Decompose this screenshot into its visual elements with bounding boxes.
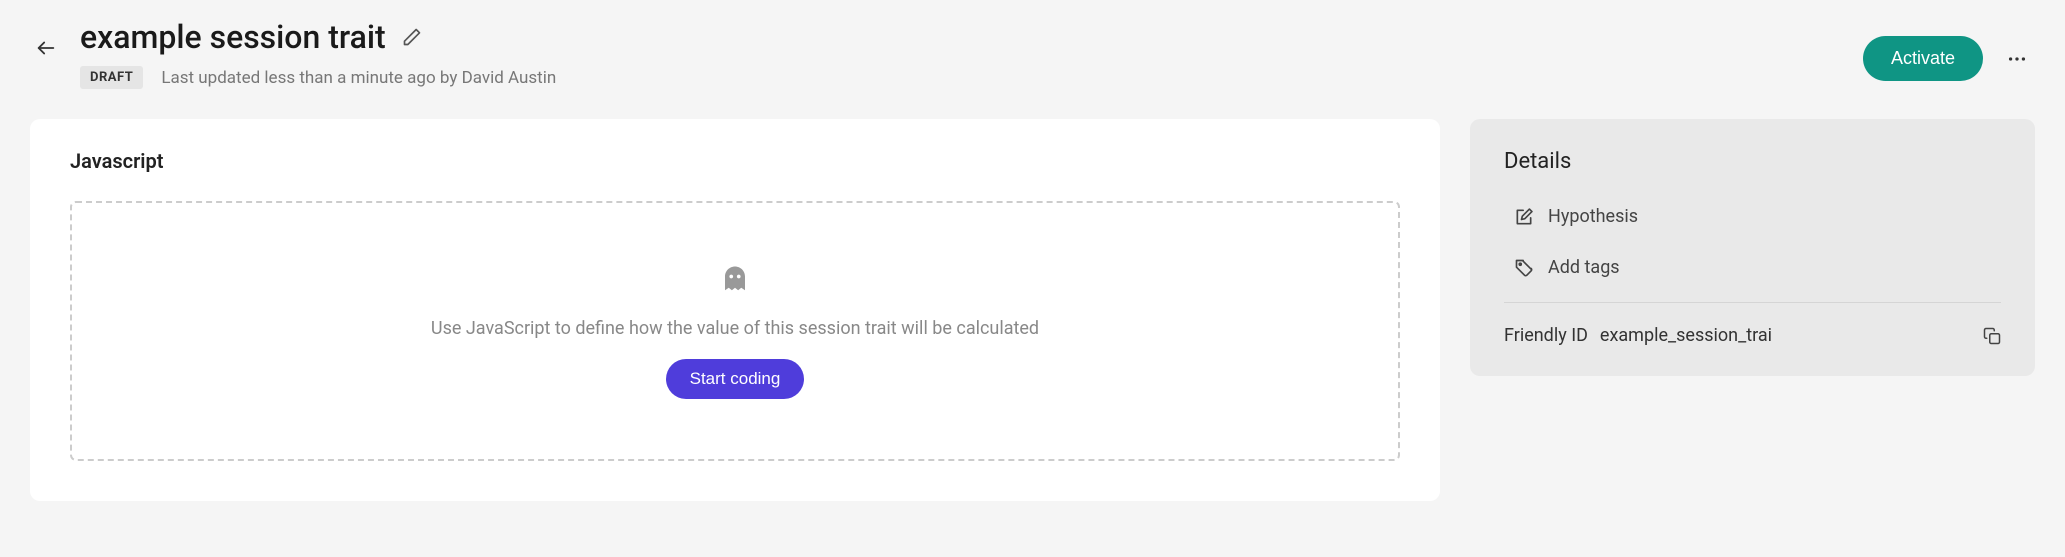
javascript-empty-state: Use JavaScript to define how the value o… [70,201,1400,461]
edit-note-icon [1514,207,1534,227]
details-panel: Details Hypothesis Add tags Friendly ID … [1470,119,2035,376]
more-horizontal-icon [2006,48,2028,70]
status-badge: DRAFT [80,66,143,89]
edit-title-button[interactable] [402,27,422,47]
add-tags-button[interactable]: Add tags [1504,251,2001,284]
javascript-card: Javascript Use JavaScript to define how … [30,119,1440,501]
hypothesis-button[interactable]: Hypothesis [1504,200,2001,233]
hypothesis-label: Hypothesis [1548,206,1638,227]
copy-icon [1983,327,2001,345]
back-button[interactable] [30,32,62,64]
details-divider [1504,302,2001,303]
add-tags-label: Add tags [1548,257,1620,278]
copy-friendly-id-button[interactable] [1983,327,2001,345]
header-right: Activate [1863,36,2035,81]
more-actions-button[interactable] [1999,41,2035,77]
start-coding-button[interactable]: Start coding [666,359,805,399]
javascript-empty-text: Use JavaScript to define how the value o… [431,318,1039,339]
page-title: example session trait [80,18,386,56]
friendly-id-value: example_session_trai [1600,325,1772,346]
page-header: example session trait DRAFT Last updated… [30,18,2035,89]
arrow-left-icon [35,37,57,59]
friendly-id-row: Friendly ID example_session_trai [1504,325,2001,346]
header-left: example session trait DRAFT Last updated… [30,18,556,89]
title-block: example session trait DRAFT Last updated… [80,18,556,89]
ghost-icon [720,264,750,298]
friendly-id-label: Friendly ID [1504,325,1588,346]
last-updated-text: Last updated less than a minute ago by D… [161,68,556,88]
meta-row: DRAFT Last updated less than a minute ag… [80,66,556,89]
pencil-icon [402,27,422,47]
details-title: Details [1504,149,2001,174]
title-row: example session trait [80,18,556,56]
tag-icon [1514,258,1534,278]
javascript-card-title: Javascript [70,149,1400,173]
activate-button[interactable]: Activate [1863,36,1983,81]
content-area: Javascript Use JavaScript to define how … [30,119,2035,501]
